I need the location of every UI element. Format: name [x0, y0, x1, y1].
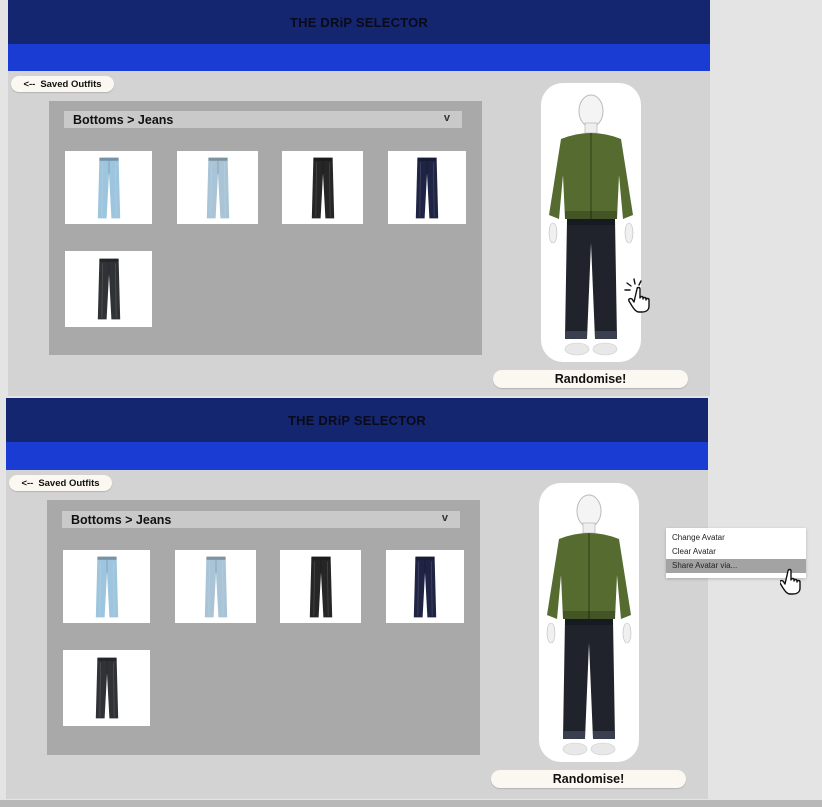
- mannequin-avatar-icon: [546, 494, 632, 756]
- avatar-preview[interactable]: [539, 483, 639, 762]
- jeans-thumbnail-5[interactable]: [63, 650, 150, 726]
- charcoal-jeans-icon: [97, 258, 120, 320]
- jeans-thumbnail-4[interactable]: [386, 550, 464, 623]
- category-dropdown[interactable]: Bottoms > Jeans v: [64, 111, 462, 128]
- light-ripped-jeans-icon: [206, 157, 229, 218]
- clothing-panel: Bottoms > Jeans v: [49, 101, 482, 355]
- nav-bar: [6, 442, 708, 470]
- saved-outfits-label: Saved Outfits: [40, 78, 102, 90]
- jeans-thumbnail-2[interactable]: [175, 550, 256, 623]
- navy-jeans-icon: [415, 157, 439, 218]
- avatar-preview[interactable]: [541, 83, 641, 362]
- light-distressed-jeans-icon: [97, 157, 120, 218]
- saved-outfits-label: Saved Outfits: [38, 477, 100, 489]
- jeans-thumbnail-5[interactable]: [65, 251, 152, 327]
- title-bar: THE DRiP SELECTOR: [8, 0, 710, 44]
- randomise-button[interactable]: Randomise!: [491, 770, 686, 788]
- jeans-thumbnail-3[interactable]: [280, 550, 361, 623]
- black-jeans-icon: [309, 556, 332, 617]
- back-arrow-icon: <--: [21, 477, 34, 489]
- jeans-thumbnail-2[interactable]: [177, 151, 258, 224]
- randomise-label: Randomise!: [552, 772, 625, 786]
- black-jeans-icon: [311, 157, 334, 218]
- back-arrow-icon: <--: [23, 78, 36, 90]
- light-distressed-jeans-icon: [95, 556, 118, 617]
- clothing-panel: Bottoms > Jeans v: [47, 500, 480, 755]
- chevron-down-icon: v: [443, 112, 450, 124]
- menu-item-clear-avatar[interactable]: Clear Avatar: [666, 545, 806, 559]
- app-frame-2: THE DRiP SELECTOR <-- Saved Outfits Bott…: [6, 398, 708, 799]
- charcoal-jeans-icon: [95, 657, 118, 719]
- category-path: Bottoms > Jeans: [73, 112, 174, 127]
- chevron-down-icon: v: [441, 512, 448, 524]
- saved-outfits-button[interactable]: <-- Saved Outfits: [11, 76, 114, 92]
- title-bar: THE DRiP SELECTOR: [6, 398, 708, 442]
- app-frame-1: THE DRiP SELECTOR <-- Saved Outfits Bott…: [8, 0, 710, 396]
- jeans-thumbnail-4[interactable]: [388, 151, 466, 224]
- jeans-thumbnail-1[interactable]: [65, 151, 152, 224]
- hand-pointer-cursor-icon: [780, 568, 801, 595]
- mannequin-avatar-icon: [548, 94, 634, 356]
- randomise-label: Randomise!: [554, 372, 627, 386]
- jeans-thumbnail-3[interactable]: [282, 151, 363, 224]
- category-path: Bottoms > Jeans: [71, 512, 172, 527]
- nav-bar: [8, 44, 710, 71]
- menu-item-change-avatar[interactable]: Change Avatar: [666, 531, 806, 545]
- app-title: THE DRiP SELECTOR: [290, 14, 428, 30]
- jeans-thumbnail-1[interactable]: [63, 550, 150, 623]
- randomise-button[interactable]: Randomise!: [493, 370, 688, 388]
- navy-jeans-icon: [413, 556, 437, 617]
- light-ripped-jeans-icon: [204, 556, 227, 617]
- category-dropdown[interactable]: Bottoms > Jeans v: [62, 511, 460, 528]
- hand-click-cursor-icon: [624, 278, 650, 313]
- app-title: THE DRiP SELECTOR: [288, 412, 426, 428]
- window-bottom-edge: [0, 800, 822, 807]
- saved-outfits-button[interactable]: <-- Saved Outfits: [9, 475, 112, 491]
